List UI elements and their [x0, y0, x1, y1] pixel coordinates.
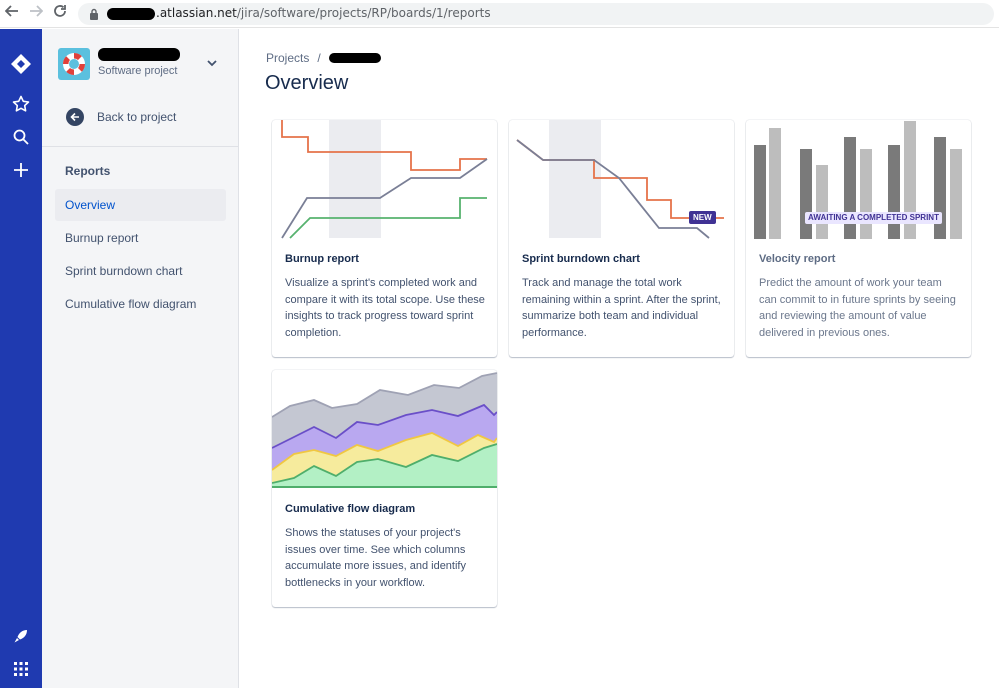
- back-to-project-link[interactable]: Back to project: [56, 105, 226, 129]
- arrow-left-circle-icon: [66, 108, 84, 126]
- chevron-down-icon[interactable]: [206, 57, 218, 69]
- url-text: .atlassian.net/jira/software/projects/RP…: [156, 6, 491, 20]
- plus-icon[interactable]: [0, 157, 42, 183]
- breadcrumb: Projects /: [266, 51, 381, 65]
- global-nav-rail: [0, 29, 42, 688]
- sidebar-item-burnup-report[interactable]: Burnup report: [55, 222, 226, 254]
- reload-icon[interactable]: [50, 4, 70, 24]
- sidebar-item-sprint-burndown-chart[interactable]: Sprint burndown chart: [55, 255, 226, 287]
- sidebar-heading-reports: Reports: [65, 164, 111, 178]
- lifebuoy-icon: [62, 52, 86, 76]
- card-title: Velocity report: [759, 253, 836, 265]
- breadcrumb-project-redaction[interactable]: [328, 53, 381, 63]
- card-description: Shows the statuses of your project's iss…: [285, 527, 466, 589]
- page-title: Overview: [265, 72, 349, 94]
- app-switcher-icon[interactable]: [0, 656, 42, 682]
- sidebar-divider: [42, 146, 238, 147]
- report-card-velocity[interactable]: AWAITING A COMPLETED SPRINT Velocity rep…: [746, 120, 971, 357]
- search-icon[interactable]: [0, 124, 42, 150]
- lock-icon: [90, 8, 98, 20]
- browser-toolbar: .atlassian.net/jira/software/projects/RP…: [0, 0, 999, 28]
- awaiting-sprint-badge: AWAITING A COMPLETED SPRINT: [805, 212, 942, 224]
- project-type: Software project: [98, 65, 178, 77]
- project-avatar[interactable]: [58, 48, 90, 80]
- report-card-burnup[interactable]: Burnup report Visualize a sprint's compl…: [272, 120, 497, 357]
- card-description: Predict the amount of work your team can…: [759, 277, 956, 339]
- card-description: Visualize a sprint's completed work and …: [285, 277, 485, 339]
- back-arrow-icon[interactable]: [2, 4, 22, 24]
- card-title: Cumulative flow diagram: [285, 503, 416, 515]
- sidebar-item-cumulative-flow-diagram[interactable]: Cumulative flow diagram: [55, 288, 226, 320]
- card-title: Burnup report: [285, 253, 359, 265]
- back-to-project-label: Back to project: [97, 110, 177, 124]
- cumulative-flow-illustration: [272, 372, 497, 488]
- forward-arrow-icon[interactable]: [26, 4, 46, 24]
- sidebar-item-overview[interactable]: Overview: [55, 189, 226, 221]
- star-icon[interactable]: [0, 91, 42, 117]
- breadcrumb-projects[interactable]: Projects: [266, 51, 309, 65]
- card-title: Sprint burndown chart: [522, 253, 640, 265]
- report-card-cumulative-flow[interactable]: Cumulative flow diagram Shows the status…: [272, 370, 497, 607]
- address-bar[interactable]: .atlassian.net/jira/software/projects/RP…: [78, 3, 994, 25]
- url-redaction: [107, 8, 155, 20]
- report-card-sprint-burndown[interactable]: NEW Sprint burndown chart Track and mana…: [509, 120, 734, 357]
- jira-logo-icon[interactable]: [0, 51, 42, 77]
- rocket-icon[interactable]: [0, 623, 42, 649]
- burnup-illustration: [281, 120, 488, 239]
- project-name-redaction: [98, 48, 180, 61]
- new-badge: NEW: [689, 211, 716, 224]
- breadcrumb-separator: /: [317, 51, 321, 65]
- project-sidebar: Software project Back to project Reports…: [42, 29, 239, 688]
- card-description: Track and manage the total work remainin…: [522, 277, 721, 339]
